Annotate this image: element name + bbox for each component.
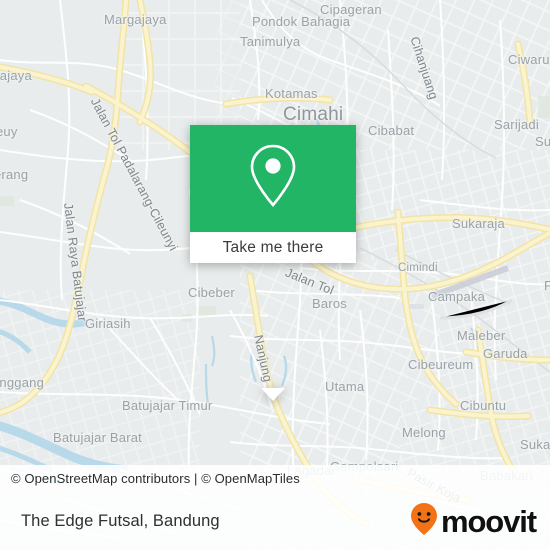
map-attribution-bar: © OpenStreetMap contributors | © OpenMap…	[0, 465, 550, 492]
callout-tail	[261, 388, 285, 401]
moovit-wordmark: moovit	[440, 503, 537, 539]
moovit-smiley-pin-icon	[409, 502, 439, 541]
place-title: The Edge Futsal, Bandung	[21, 511, 220, 530]
take-me-there-button[interactable]: Take me there	[190, 232, 356, 263]
take-me-there-label: Take me there	[222, 238, 324, 256]
attribution-text[interactable]: © OpenStreetMap contributors | © OpenMap…	[0, 471, 300, 486]
location-callout[interactable]: Take me there	[190, 125, 356, 401]
callout-image-area	[190, 125, 356, 232]
footer-bar: The Edge Futsal, Bandung moovit	[0, 492, 550, 550]
map-pin-icon	[245, 141, 301, 216]
map-screen: Margajaya Cipageran Pondok Bahagia Tanimuly…	[0, 0, 550, 550]
moovit-logo[interactable]: moovit	[409, 502, 550, 541]
